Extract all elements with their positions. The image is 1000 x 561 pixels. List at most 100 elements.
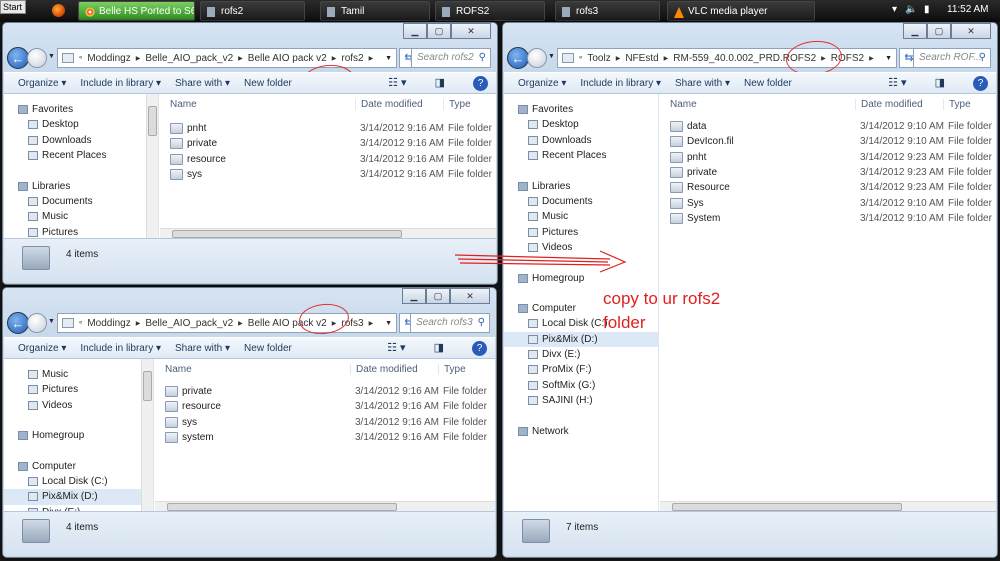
breadcrumb-item[interactable]: Belle_AIO_pack_v2 bbox=[145, 318, 233, 329]
include-in-library-button[interactable]: Include in library ▾ bbox=[80, 78, 161, 89]
back-button[interactable]: ← bbox=[507, 47, 529, 69]
nav-item-homegroup[interactable]: Homegroup bbox=[4, 428, 153, 443]
breadcrumb-chevron-icon[interactable]: ▶ bbox=[238, 320, 243, 327]
forward-button[interactable] bbox=[527, 48, 547, 68]
search-input[interactable]: Search rofs2 ⚲ bbox=[411, 48, 491, 68]
scrollbar-thumb[interactable] bbox=[143, 371, 152, 401]
breadcrumb-item[interactable]: Belle AIO pack v2 bbox=[248, 53, 327, 64]
breadcrumb-overflow[interactable]: « bbox=[79, 320, 82, 326]
preview-pane-icon[interactable]: ◨ bbox=[435, 76, 445, 91]
new-folder-button[interactable]: New folder bbox=[744, 78, 792, 89]
nav-item-music[interactable]: Music bbox=[4, 209, 158, 224]
organize-button[interactable]: Organize ▾ bbox=[18, 78, 66, 89]
nav-item-desktop[interactable]: Desktop bbox=[504, 117, 658, 132]
new-folder-button[interactable]: New folder bbox=[244, 78, 292, 89]
breadcrumb-item[interactable]: Moddingz bbox=[87, 53, 130, 64]
breadcrumb-chevron-icon[interactable]: ▶ bbox=[664, 55, 669, 62]
breadcrumb-item[interactable]: Belle_AIO_pack_v2 bbox=[145, 53, 233, 64]
maximize-button[interactable]: ▢ bbox=[927, 23, 951, 39]
volume-icon[interactable]: 🔈 bbox=[905, 4, 917, 15]
breadcrumb-item[interactable]: RM-559_40.0.002_PRD.ROFS2 bbox=[673, 53, 816, 64]
recent-pages-dropdown[interactable]: ▼ bbox=[48, 318, 55, 325]
minimize-button[interactable]: ▁ bbox=[403, 23, 427, 39]
forward-button[interactable] bbox=[27, 313, 47, 333]
taskbar-button[interactable]: Belle HS Ported to S6... bbox=[78, 1, 195, 21]
taskbar-button[interactable]: VLC media player bbox=[667, 1, 815, 21]
breadcrumb-chevron-icon[interactable]: ▶ bbox=[136, 55, 141, 62]
breadcrumb-overflow[interactable]: « bbox=[579, 55, 582, 61]
view-options-icon[interactable]: ☷ ▾ bbox=[387, 341, 405, 356]
file-row[interactable]: resource 3/14/2012 9:16 AM File folder bbox=[160, 152, 496, 167]
file-row[interactable]: Resource 3/14/2012 9:23 AM File folder bbox=[660, 180, 996, 195]
scrollbar-thumb[interactable] bbox=[167, 503, 397, 511]
file-row[interactable]: pnht 3/14/2012 9:23 AM File folder bbox=[660, 150, 996, 165]
show-hidden-icons-icon[interactable]: ▾ bbox=[892, 4, 897, 15]
address-bar[interactable]: « Moddingz ▶ Belle_AIO_pack_v2 ▶ Belle AIO pa… bbox=[57, 48, 397, 68]
nav-item-downloads[interactable]: Downloads bbox=[4, 133, 158, 148]
nav-item-pix-mix-d-[interactable]: Pix&Mix (D:) bbox=[4, 489, 153, 505]
close-button[interactable]: ✕ bbox=[450, 288, 490, 304]
maximize-button[interactable]: ▢ bbox=[426, 288, 450, 304]
breadcrumb-item[interactable]: Belle AIO pack v2 bbox=[248, 318, 327, 329]
share-with-button[interactable]: Share with ▾ bbox=[675, 78, 730, 89]
nav-item-recent-places[interactable]: Recent Places bbox=[4, 148, 158, 163]
scrollbar-thumb[interactable] bbox=[148, 106, 157, 136]
file-row[interactable]: private 3/14/2012 9:23 AM File folder bbox=[660, 165, 996, 180]
nav-pane-scrollbar[interactable] bbox=[141, 359, 153, 512]
recent-pages-dropdown[interactable]: ▼ bbox=[48, 53, 55, 60]
share-with-button[interactable]: Share with ▾ bbox=[175, 343, 230, 354]
file-row[interactable]: private 3/14/2012 9:16 AM File folder bbox=[155, 384, 495, 399]
file-row[interactable]: private 3/14/2012 9:16 AM File folder bbox=[160, 136, 496, 151]
recent-pages-dropdown[interactable]: ▼ bbox=[548, 53, 555, 60]
nav-item-libraries[interactable]: Libraries bbox=[504, 179, 658, 194]
address-dropdown-icon[interactable]: ▼ bbox=[885, 55, 892, 62]
forward-button[interactable] bbox=[27, 48, 47, 68]
address-bar[interactable]: « Toolz ▶ NFEstd ▶ RM-559_40.0.002_PRD.ROFS2 ▶… bbox=[557, 48, 897, 68]
nav-item-favorites[interactable]: Favorites bbox=[504, 102, 658, 117]
file-row[interactable]: DevIcon.fil 3/14/2012 9:10 AM File folder bbox=[660, 134, 996, 149]
nav-item-computer[interactable]: Computer bbox=[4, 459, 153, 474]
breadcrumb-item[interactable]: rofs3 bbox=[341, 318, 363, 329]
scrollbar-thumb[interactable] bbox=[172, 230, 402, 238]
breadcrumb-item[interactable]: NFEstd bbox=[625, 53, 658, 64]
network-icon[interactable]: ▮ bbox=[924, 4, 930, 15]
nav-item-desktop[interactable]: Desktop bbox=[4, 117, 158, 132]
organize-button[interactable]: Organize ▾ bbox=[18, 343, 66, 354]
breadcrumb-chevron-icon[interactable]: ▶ bbox=[821, 55, 826, 62]
nav-item-music[interactable]: Music bbox=[504, 209, 658, 224]
file-row[interactable]: sys 3/14/2012 9:16 AM File folder bbox=[155, 415, 495, 430]
nav-item-videos[interactable]: Videos bbox=[4, 398, 153, 413]
help-icon[interactable]: ? bbox=[973, 76, 988, 91]
address-dropdown-icon[interactable]: ▼ bbox=[385, 55, 392, 62]
help-icon[interactable]: ? bbox=[473, 76, 488, 91]
file-row[interactable]: system 3/14/2012 9:16 AM File folder bbox=[155, 430, 495, 445]
maximize-button[interactable]: ▢ bbox=[427, 23, 451, 39]
breadcrumb-item[interactable]: Toolz bbox=[587, 53, 610, 64]
address-dropdown-icon[interactable]: ▼ bbox=[385, 320, 392, 327]
nav-item-downloads[interactable]: Downloads bbox=[504, 133, 658, 148]
view-options-icon[interactable]: ☷ ▾ bbox=[888, 76, 906, 91]
column-header-type[interactable]: Type bbox=[443, 99, 471, 110]
search-icon[interactable]: ⚲ bbox=[479, 49, 486, 67]
column-header-name[interactable]: Name bbox=[665, 99, 697, 110]
search-input[interactable]: Search ROF... ⚲ bbox=[913, 48, 991, 68]
breadcrumb-chevron-icon[interactable]: ▶ bbox=[869, 55, 874, 62]
file-row[interactable]: data 3/14/2012 9:10 AM File folder bbox=[660, 119, 996, 134]
search-icon[interactable]: ⚲ bbox=[979, 49, 986, 67]
column-header-date-modified[interactable]: Date modified bbox=[855, 99, 923, 110]
include-in-library-button[interactable]: Include in library ▾ bbox=[80, 343, 161, 354]
nav-item-pictures[interactable]: Pictures bbox=[4, 382, 153, 397]
address-bar[interactable]: « Moddingz ▶ Belle_AIO_pack_v2 ▶ Belle AIO pa… bbox=[57, 313, 397, 333]
breadcrumb-chevron-icon[interactable]: ▶ bbox=[369, 320, 374, 327]
close-button[interactable]: ✕ bbox=[451, 23, 491, 39]
close-button[interactable]: ✕ bbox=[951, 23, 991, 39]
search-input[interactable]: Search rofs3 ⚲ bbox=[410, 313, 490, 333]
nav-item-libraries[interactable]: Libraries bbox=[4, 179, 158, 194]
column-header-date-modified[interactable]: Date modified bbox=[355, 99, 423, 110]
nav-item-music[interactable]: Music bbox=[4, 367, 153, 382]
breadcrumb-chevron-icon[interactable]: ▶ bbox=[369, 55, 374, 62]
nav-item-promix-f-[interactable]: ProMix (F:) bbox=[504, 362, 658, 377]
breadcrumb-chevron-icon[interactable]: ▶ bbox=[136, 320, 141, 327]
clock[interactable]: 11:52 AM bbox=[947, 4, 989, 15]
column-header-type[interactable]: Type bbox=[943, 99, 971, 110]
